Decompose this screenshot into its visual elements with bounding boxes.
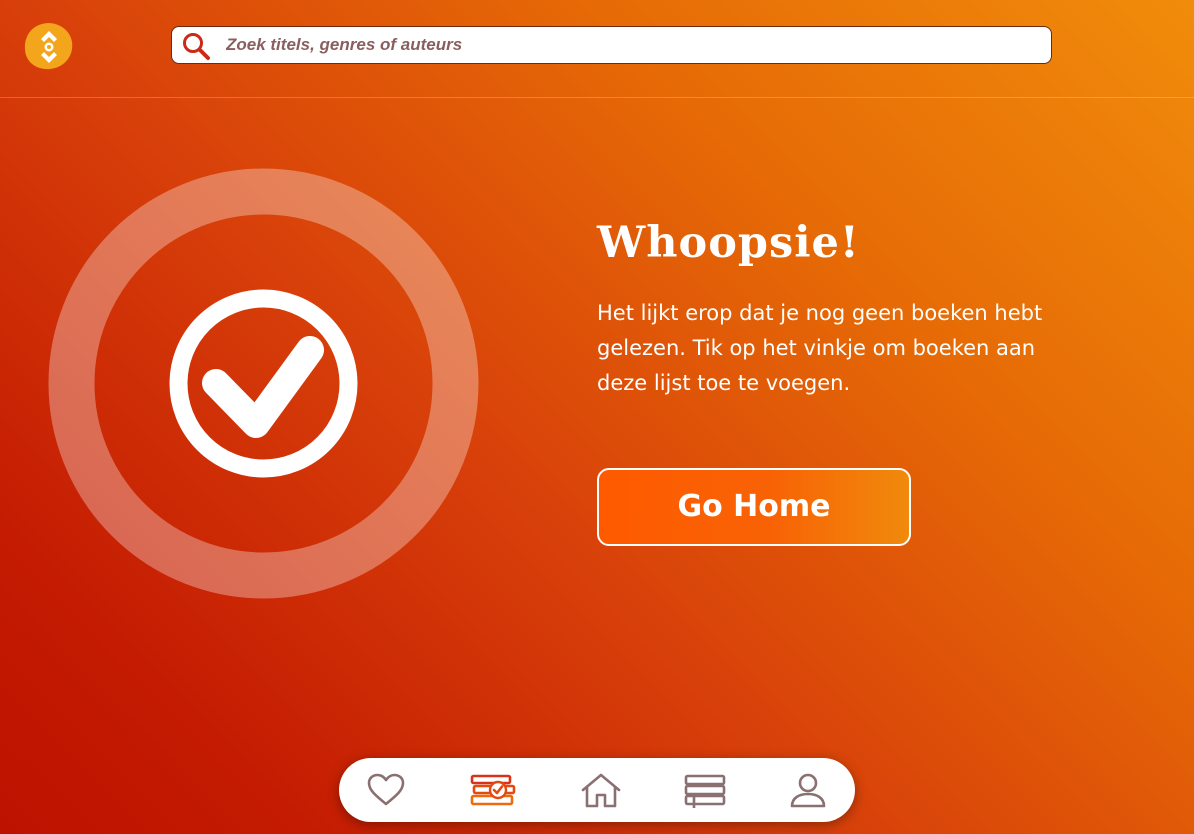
- go-home-button[interactable]: Go Home: [597, 468, 911, 546]
- nav-read-books[interactable]: [470, 770, 516, 810]
- books-check-icon: [470, 774, 516, 806]
- bottom-navigation: [339, 758, 855, 822]
- nav-library[interactable]: [682, 770, 728, 810]
- search-input[interactable]: [226, 27, 1026, 63]
- search-bar[interactable]: [171, 26, 1052, 64]
- empty-state-title: Whoopsie!: [597, 218, 860, 268]
- heart-icon: [367, 773, 405, 806]
- search-icon: [183, 33, 210, 60]
- bookshelf-icon: [684, 774, 726, 808]
- user-icon: [790, 773, 826, 808]
- home-icon: [581, 773, 621, 808]
- empty-state-message: Het lijkt erop dat je nog geen boeken he…: [597, 301, 1043, 395]
- nav-favorites[interactable]: [363, 770, 409, 810]
- top-bar: [0, 0, 1194, 98]
- checkmark-circle-icon: [48, 168, 479, 599]
- nav-profile[interactable]: [785, 770, 831, 810]
- app-logo-icon[interactable]: [24, 22, 74, 70]
- nav-home[interactable]: [578, 770, 624, 810]
